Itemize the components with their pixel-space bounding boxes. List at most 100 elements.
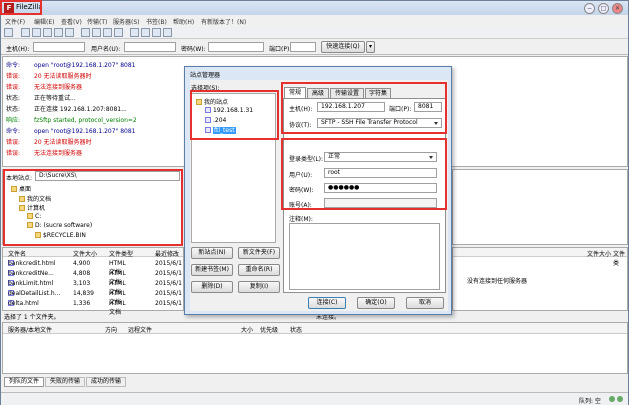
username-input[interactable] bbox=[124, 42, 176, 52]
rename-button[interactable]: 重命名(R) bbox=[238, 264, 280, 276]
sync-browse-icon[interactable] bbox=[152, 28, 161, 37]
process-queue-icon[interactable] bbox=[81, 28, 90, 37]
log-line: 错误: 无法连接到服务器 bbox=[6, 148, 82, 157]
log-text: open "root@192.168.1.207" 8081 bbox=[34, 62, 136, 69]
quickconnect-button[interactable]: 快速连接(Q) bbox=[321, 41, 365, 53]
toggle-log-icon[interactable] bbox=[21, 28, 30, 37]
file-cell: bankLimit.html bbox=[8, 280, 54, 287]
disconnect-icon[interactable] bbox=[103, 28, 112, 37]
status-bar: 队列: 空 bbox=[1, 392, 628, 405]
col-modified[interactable]: 最近修改 bbox=[155, 249, 179, 258]
log-text: 正在连接 192.168.1.207:8081... bbox=[34, 106, 127, 113]
activity-indicator-icon bbox=[609, 396, 615, 402]
menu-new-version[interactable]: 有新版本了！(N) bbox=[201, 17, 246, 26]
comments-label: 注释(M): bbox=[289, 216, 313, 223]
file-cell: 4,900 bbox=[73, 260, 91, 267]
quickconnect-bar: 主机(H): 用户名(U): 密码(W): 端口(P): 快速连接(Q) ▾ bbox=[1, 39, 628, 55]
file-cell: 2015/6/1 bbox=[155, 270, 182, 277]
host-input[interactable] bbox=[33, 42, 85, 52]
cancel-button[interactable]: 取消 bbox=[406, 297, 444, 309]
local-status-text: 选择了 1 个文件夹。 bbox=[4, 314, 60, 321]
activity-indicator-icon-2 bbox=[617, 396, 623, 402]
copy-button[interactable]: 复制(I) bbox=[238, 281, 280, 293]
close-button[interactable]: ✕ bbox=[612, 3, 623, 14]
quickconnect-dropdown-button[interactable]: ▾ bbox=[366, 41, 375, 53]
host-label: 主机(H): bbox=[6, 46, 30, 53]
title-bar: F FileZilla − □ ✕ bbox=[1, 1, 628, 15]
file-row[interactable]: bankcreditNe... 4,808 HTML 文档 2015/6/1 bbox=[3, 268, 183, 286]
directory-listing-icon[interactable] bbox=[130, 28, 139, 37]
local-file-list: 文件名 文件大小 文件类型 最近修改 bankcredit.html 4,900 H… bbox=[2, 247, 184, 316]
log-text: 无法连接到服务器 bbox=[34, 150, 83, 157]
filter-icon[interactable] bbox=[141, 28, 150, 37]
menu-file[interactable]: 文件(F) bbox=[5, 17, 25, 26]
file-cell: 4,808 bbox=[73, 270, 91, 277]
highlight-title bbox=[0, 0, 42, 15]
remote-col-filesize[interactable]: 文件大小 bbox=[587, 249, 611, 258]
maximize-button[interactable]: □ bbox=[598, 3, 609, 14]
menu-edit[interactable]: 编辑(E) bbox=[34, 17, 54, 26]
menu-server[interactable]: 服务器(S) bbox=[113, 17, 140, 26]
delete-button[interactable]: 删除(D) bbox=[191, 281, 233, 293]
minimize-button[interactable]: − bbox=[584, 3, 595, 14]
log-kind: 错误: bbox=[6, 139, 21, 146]
toggle-local-tree-icon[interactable] bbox=[32, 28, 41, 37]
col-filesize[interactable]: 文件大小 bbox=[73, 249, 97, 258]
menu-transfer[interactable]: 传输(T) bbox=[87, 17, 107, 26]
file-cell: 1,336 bbox=[73, 300, 91, 307]
log-line: 状态: 正在连接 192.168.1.207:8081... bbox=[6, 104, 127, 113]
queue-col-size[interactable]: 大小 bbox=[241, 325, 253, 334]
connect-button[interactable]: 连接(C) bbox=[308, 297, 346, 309]
queue-col-file[interactable]: 服务器/本地文件 bbox=[8, 325, 52, 334]
col-filetype[interactable]: 文件类型 bbox=[109, 249, 133, 258]
new-bookmark-button[interactable]: 新建书签(M) bbox=[191, 264, 233, 276]
menu-bookmarks[interactable]: 书签(B) bbox=[146, 17, 167, 26]
comments-textarea[interactable] bbox=[289, 223, 440, 290]
tab-failed-transfers[interactable]: 失败的传输 bbox=[45, 377, 85, 387]
remote-file-header: 文件大小 文件类 bbox=[453, 248, 627, 267]
col-filename[interactable]: 文件名 bbox=[8, 249, 26, 258]
remote-not-connected-message: 没有连接到任何服务器 bbox=[467, 278, 528, 285]
log-kind: 命令: bbox=[6, 128, 21, 135]
tab-successful-transfers[interactable]: 成功的传输 bbox=[86, 377, 126, 387]
log-text: 20 无法读取服务器时 bbox=[34, 139, 92, 146]
new-folder-button[interactable]: 新文件夹(F) bbox=[238, 247, 280, 259]
highlight-login bbox=[281, 138, 447, 210]
file-row[interactable]: dealDetailList.h... 14,839 HTML 文档 2015/6/1 bbox=[3, 288, 183, 306]
new-site-button[interactable]: 新站点(N) bbox=[191, 247, 233, 259]
menu-help[interactable]: 帮助(H) bbox=[173, 17, 194, 26]
search-icon[interactable] bbox=[163, 28, 172, 37]
file-row[interactable]: bankcredit.html 4,900 HTML 文档 2015/6/1 bbox=[3, 258, 183, 276]
file-row[interactable]: delta.html 1,336 HTML 文档 2015/6/1 bbox=[3, 298, 183, 316]
toolbar bbox=[1, 26, 628, 39]
queue-col-direction[interactable]: 方向 bbox=[105, 325, 117, 334]
port-input[interactable] bbox=[290, 42, 316, 52]
file-cell: 3,103 bbox=[73, 280, 91, 287]
site-manager-icon[interactable] bbox=[4, 28, 13, 37]
toggle-remote-tree-icon[interactable] bbox=[43, 28, 52, 37]
file-cell: delta.html bbox=[8, 300, 39, 307]
log-line: 响应: fzSftp started, protocol_version=2 bbox=[6, 115, 137, 124]
reconnect-icon[interactable] bbox=[114, 28, 123, 37]
ok-button[interactable]: 确定(O) bbox=[357, 297, 395, 309]
log-kind: 错误: bbox=[6, 84, 21, 91]
file-cell: 14,839 bbox=[73, 290, 94, 297]
file-row[interactable]: bankLimit.html 3,103 HTML 文档 2015/6/1 bbox=[3, 278, 183, 296]
log-kind: 命令: bbox=[6, 62, 21, 69]
log-line: 错误: 无法连接到服务器 bbox=[6, 82, 82, 91]
remote-col-filetype[interactable]: 文件类 bbox=[613, 249, 627, 267]
queue-col-status[interactable]: 状态 bbox=[290, 325, 302, 334]
password-input[interactable] bbox=[208, 42, 264, 52]
file-cell: 2015/6/1 bbox=[155, 290, 182, 297]
queue-col-priority[interactable]: 优先级 bbox=[260, 325, 278, 334]
log-line: 状态: 正在等待重试... bbox=[6, 93, 76, 102]
queue-col-remote[interactable]: 远程文件 bbox=[128, 325, 152, 334]
cancel-icon[interactable] bbox=[92, 28, 101, 37]
log-kind: 错误: bbox=[6, 150, 21, 157]
refresh-icon[interactable] bbox=[65, 28, 74, 37]
log-line: 命令: open "root@192.168.1.207" 8081 bbox=[6, 60, 136, 69]
tab-queued-files[interactable]: 列队的文件 bbox=[4, 377, 44, 387]
menu-view[interactable]: 查看(V) bbox=[61, 17, 82, 26]
toggle-queue-icon[interactable] bbox=[54, 28, 63, 37]
local-file-header: 文件名 文件大小 文件类型 最近修改 bbox=[3, 248, 183, 258]
